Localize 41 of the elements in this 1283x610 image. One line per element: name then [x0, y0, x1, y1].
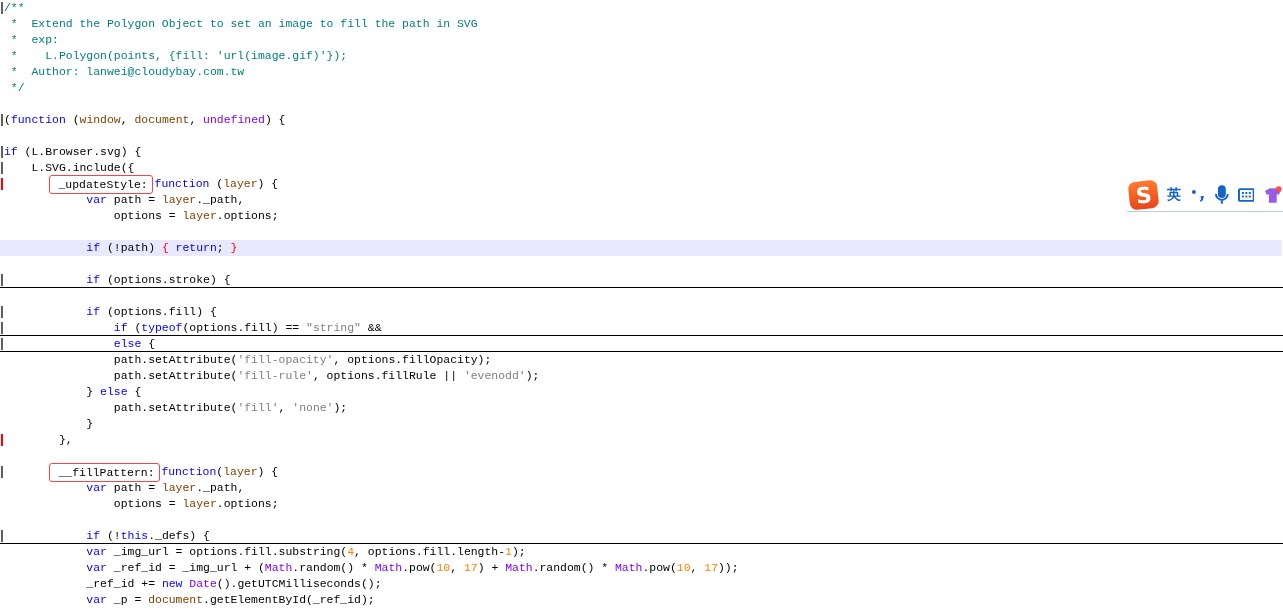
code-text: else {	[112, 335, 155, 352]
code-text: var path = layer._path,	[85, 480, 245, 496]
annotation-box: __fillPattern:	[49, 462, 160, 482]
code-text: if (options.stroke) {	[85, 271, 231, 288]
code-text: } else {	[85, 384, 142, 400]
code-text: var _p = document.getElementById(_ref_id);	[85, 592, 375, 608]
input-mode-toggle[interactable]: 英	[1167, 185, 1182, 204]
code-text: * L.Polygon(points, {fill: 'url(image.gif)'});	[9, 48, 348, 64]
code-text: options = layer.options;	[112, 208, 279, 224]
code-text: * Author: lanwei@cloudybay.com.tw	[9, 64, 245, 80]
code-text: path.setAttribute('fill-opacity', options.fillOpacity);	[112, 352, 492, 368]
code-text: options = layer.options;	[112, 496, 279, 512]
folded-line[interactable]: if (options.stroke) {	[0, 272, 1283, 288]
microphone-icon[interactable]	[1215, 184, 1229, 205]
code-text: path.setAttribute('fill', 'none');	[112, 400, 348, 416]
code-text: /**	[4, 0, 25, 16]
code-text: if (!this._defs) {	[85, 527, 210, 544]
code-text: if (!path) { return; }	[85, 240, 238, 256]
code-text: var path = layer._path,	[85, 192, 245, 208]
code-text: L.SVG.include({	[30, 160, 135, 176]
folded-line[interactable]: if (!this._defs) {	[0, 528, 1283, 544]
code-text: }	[85, 416, 94, 432]
keyboard-icon[interactable]	[1237, 187, 1255, 202]
code-text: if (L.Browser.svg) {	[4, 144, 142, 160]
code-text: var _ref_id = _img_url + (Math.random() * Math.pow(10, 17) + Math.random() * Math.pow(10, 17));	[85, 560, 739, 576]
code-text: if (typeof(options.fill) == "string" &&	[112, 319, 382, 336]
folded-line[interactable]: else {	[0, 336, 1283, 352]
shirt-icon[interactable]	[1263, 184, 1283, 205]
code-text: var _img_url = options.fill.substring(4, options.fill.length-1);	[85, 544, 526, 560]
code-text: },	[57, 432, 73, 448]
code-text: (function (window, document, undefined) {	[4, 112, 286, 128]
code-text: function(layer) {	[160, 464, 279, 480]
code-text: _ref_id += new Date().getUTCMilliseconds();	[85, 576, 382, 592]
code-text: if (options.fill) {	[85, 304, 217, 320]
code-text: * exp:	[9, 32, 59, 48]
annotation-box: _updateStyle:	[49, 174, 153, 194]
code-text: * Extend the Polygon Object to set an image to fill the path in SVG	[9, 16, 478, 32]
code-text: */	[9, 80, 25, 96]
folded-line[interactable]: if (typeof(options.fill) == "string" &&	[0, 320, 1283, 336]
code-text: path.setAttribute('fill-rule', options.fillRule || 'evenodd');	[112, 368, 540, 384]
code-text: function (layer) {	[153, 176, 279, 192]
